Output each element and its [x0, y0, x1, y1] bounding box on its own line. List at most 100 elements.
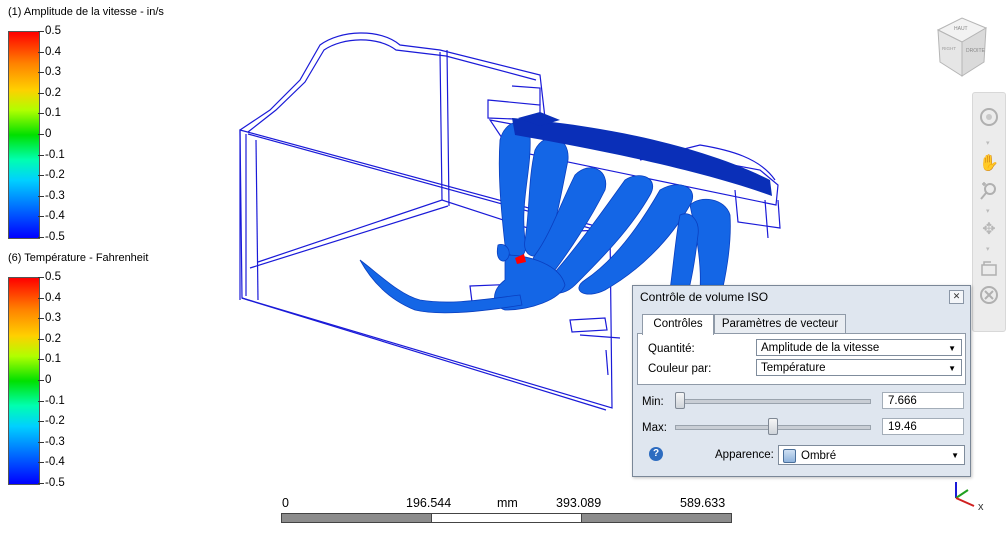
velocity-legend-label: 0.4: [45, 45, 61, 58]
fit-icon[interactable]: ✥: [977, 219, 1001, 241]
temperature-legend-label: 0.4: [45, 291, 61, 304]
velocity-legend-label: 0.5: [45, 25, 61, 37]
navigation-toolbar: ▾ ✋ ▾ ✥ ▾: [972, 92, 1006, 332]
temperature-legend-tick: [38, 277, 44, 278]
velocity-legend-label: -0.2: [45, 169, 65, 182]
viewcube-front-label: DROITE: [966, 48, 986, 54]
scale-segment: [431, 513, 582, 523]
min-slider-track[interactable]: [675, 399, 871, 404]
tab-vector-parameters[interactable]: Paramètres de vecteur: [714, 314, 846, 334]
temperature-legend-tick: [38, 318, 44, 320]
max-label: Max:: [642, 422, 667, 434]
scale-label-1: 196.544: [406, 496, 452, 510]
temperature-legend-label: 0.5: [45, 271, 61, 283]
axis-triad: x: [955, 482, 984, 513]
velocity-legend-label: -0.5: [45, 231, 65, 243]
velocity-legend-label: -0.1: [45, 148, 65, 161]
dialog-title: Contrôle de volume ISO: [640, 290, 769, 304]
chevron-down-icon: ▼: [951, 451, 959, 460]
orbit-icon[interactable]: [977, 107, 1001, 129]
viewcube-right-label: RIGHT: [942, 46, 956, 51]
velocity-legend-tick: [38, 216, 44, 218]
velocity-legend-label: 0.2: [45, 86, 61, 99]
velocity-legend: (1) Amplitude de la vitesse - in/s 0.5 0.…: [8, 6, 208, 246]
velocity-legend-label: -0.4: [45, 210, 65, 223]
scale-unit-label: mm: [497, 496, 518, 510]
temperature-legend-title: (6) Température - Fahrenheit: [8, 252, 149, 264]
temperature-legend-tick: [38, 359, 44, 361]
scale-label-2: 393.089: [556, 496, 602, 510]
velocity-legend-label: 0.1: [45, 107, 61, 120]
appearance-select-value: Ombré: [801, 450, 837, 462]
zoom-icon[interactable]: [977, 181, 1001, 203]
velocity-legend-tick: [38, 237, 44, 238]
walk-icon[interactable]: [977, 259, 1001, 281]
velocity-legend-tick: [38, 51, 44, 53]
velocity-legend-tick: [38, 134, 44, 135]
close-icon[interactable]: ✕: [949, 290, 964, 304]
iso-volume-dialog: Contrôle de volume ISO ✕ Contrôles Param…: [632, 285, 971, 477]
velocity-legend-label: 0: [45, 128, 52, 140]
velocity-legend-title: (1) Amplitude de la vitesse - in/s: [8, 6, 164, 18]
quantity-label: Quantité:: [648, 343, 695, 355]
temperature-legend-label: 0.2: [45, 332, 61, 345]
min-slider-thumb[interactable]: [675, 392, 685, 409]
velocity-legend-tick: [38, 72, 44, 74]
temperature-legend-tick: [38, 441, 44, 443]
color-by-select[interactable]: Température ▼: [756, 359, 962, 376]
min-label: Min:: [642, 396, 664, 408]
min-value-field[interactable]: 7.666: [882, 392, 964, 409]
viewcube[interactable]: HAUT DROITE RIGHT: [930, 14, 990, 80]
quantity-select-value: Amplitude de la vitesse: [761, 342, 880, 354]
temperature-legend-label: -0.1: [45, 394, 65, 407]
temperature-legend-tick: [38, 462, 44, 464]
velocity-legend-tick: [38, 154, 44, 156]
temperature-legend: (6) Température - Fahrenheit 0.5 0.4 0.3 0.…: [8, 252, 208, 492]
viewcube-top-label: HAUT: [954, 26, 968, 32]
temperature-legend-label: 0.1: [45, 353, 61, 366]
controls-panel: Quantité: Amplitude de la vitesse ▼ Coul…: [637, 333, 966, 385]
help-icon[interactable]: ?: [649, 447, 663, 461]
appearance-select[interactable]: Ombré ▼: [778, 445, 965, 465]
color-by-label: Couleur par:: [648, 363, 712, 375]
velocity-legend-label: -0.3: [45, 189, 65, 202]
temperature-legend-label: -0.5: [45, 477, 65, 489]
appearance-label: Apparence:: [715, 449, 774, 461]
chevron-down-icon: ▼: [948, 344, 956, 353]
scale-label-0: 0: [282, 496, 289, 510]
color-by-select-value: Température: [761, 362, 826, 374]
temperature-legend-label: -0.4: [45, 456, 65, 469]
scale-segment: [281, 513, 432, 523]
axis-x-label: x: [978, 501, 984, 513]
velocity-legend-tick: [38, 195, 44, 197]
temperature-legend-tick: [38, 338, 44, 340]
scale-segment: [581, 513, 732, 523]
max-value-field[interactable]: 19.46: [882, 418, 964, 435]
temperature-legend-tick: [38, 380, 44, 381]
max-slider-thumb[interactable]: [768, 418, 779, 435]
scale-label-3: 589.633: [680, 496, 726, 510]
chevron-down-icon[interactable]: ▾: [986, 139, 992, 147]
shaded-cube-icon: [783, 449, 796, 463]
temperature-legend-label: -0.2: [45, 415, 65, 428]
chevron-down-icon: ▼: [948, 364, 956, 373]
velocity-legend-tick: [38, 175, 44, 177]
temperature-legend-tick: [38, 297, 44, 299]
temperature-legend-label: 0: [45, 374, 52, 386]
temperature-legend-tick: [38, 400, 44, 402]
temperature-legend-tick: [38, 421, 44, 423]
velocity-legend-tick: [38, 113, 44, 115]
temperature-color-bar: [8, 277, 40, 485]
temperature-legend-label: -0.3: [45, 435, 65, 448]
velocity-legend-tick: [38, 31, 44, 32]
temperature-legend-tick: [38, 483, 44, 484]
velocity-legend-tick: [38, 92, 44, 94]
chevron-down-icon[interactable]: ▾: [986, 207, 992, 215]
chevron-down-icon[interactable]: ▾: [986, 245, 992, 253]
quantity-select[interactable]: Amplitude de la vitesse ▼: [756, 339, 962, 356]
velocity-color-bar: [8, 31, 40, 239]
tab-controls[interactable]: Contrôles: [642, 314, 714, 335]
pan-icon[interactable]: ✋: [977, 153, 1001, 175]
close-circle-icon[interactable]: [977, 285, 1001, 307]
temperature-legend-label: 0.3: [45, 312, 61, 325]
